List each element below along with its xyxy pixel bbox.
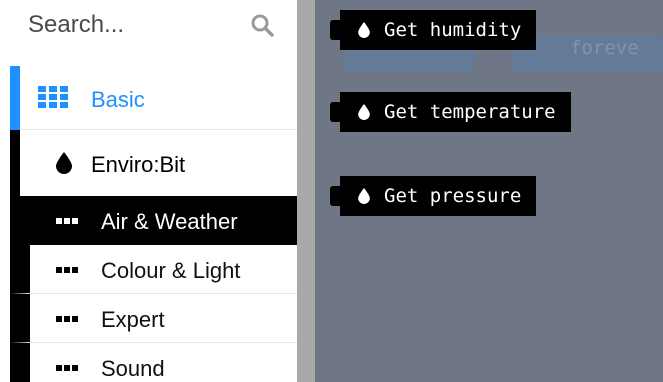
search-box[interactable]: Search... <box>0 0 297 56</box>
subcategory-label: Air & Weather <box>101 209 238 234</box>
block-get-pressure[interactable]: Get pressure <box>330 176 537 216</box>
block-label: Get temperature <box>384 101 556 123</box>
category-basic-label: Basic <box>91 87 145 112</box>
category-enviro-bit[interactable]: Enviro:Bit <box>10 130 297 196</box>
block-get-temperature[interactable]: Get temperature <box>330 92 571 132</box>
dots-icon <box>56 316 78 322</box>
toolbox: Search... Basic Enviro:Bit Air & Weather… <box>0 0 297 382</box>
dots-icon <box>56 365 78 371</box>
drop-icon <box>358 104 370 120</box>
toolbox-scrollbar[interactable] <box>297 0 315 382</box>
block-notch <box>330 102 340 122</box>
block-label: Get pressure <box>384 185 522 207</box>
background-block-label: foreve <box>570 37 639 59</box>
search-input[interactable]: Search... <box>28 11 124 39</box>
category-basic[interactable]: Basic <box>10 66 297 130</box>
category-enviro-bit-label: Enviro:Bit <box>91 152 186 177</box>
subcategory-colour-light[interactable]: Colour & Light <box>10 245 297 294</box>
block-notch <box>330 20 340 40</box>
block-label: Get humidity <box>384 19 522 41</box>
dots-icon <box>56 267 78 273</box>
subcategory-label: Expert <box>101 307 165 332</box>
drop-icon <box>358 22 370 38</box>
dots-icon <box>56 218 78 224</box>
block-get-humidity[interactable]: Get humidity <box>330 10 537 50</box>
search-icon[interactable] <box>250 13 274 37</box>
drop-icon <box>358 188 370 204</box>
workspace[interactable]: foreve Get humidity Get temperature Get … <box>315 0 663 382</box>
drop-icon <box>56 152 72 174</box>
subcategory-label: Sound <box>101 356 165 381</box>
grid-icon <box>38 86 68 108</box>
category-accent-bar <box>10 66 20 130</box>
subcategory-air-weather[interactable]: Air & Weather <box>10 196 297 245</box>
subcategory-label: Colour & Light <box>101 258 241 283</box>
subcategory-expert[interactable]: Expert <box>10 294 297 343</box>
subcategory-sound[interactable]: Sound <box>10 343 297 382</box>
block-notch <box>330 186 340 206</box>
